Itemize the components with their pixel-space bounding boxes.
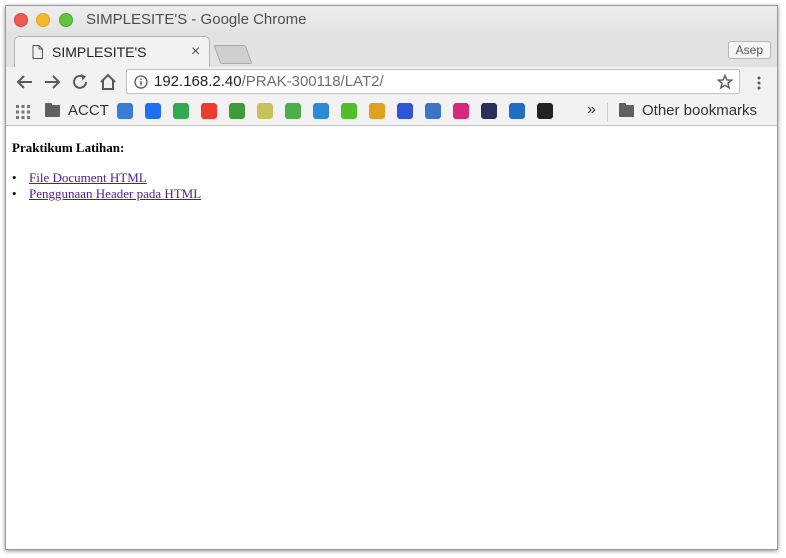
bookmarks-bar: ACCT » Other bookmarks bbox=[6, 99, 777, 126]
page-heading: Praktikum Latihan: bbox=[12, 140, 125, 155]
atlassian-icon[interactable] bbox=[397, 103, 413, 119]
home-icon[interactable] bbox=[97, 71, 119, 93]
title-bar: SIMPLESITE'S - Google Chrome bbox=[6, 6, 777, 35]
bookmarks-divider bbox=[607, 103, 608, 121]
digitalocean-icon[interactable] bbox=[145, 103, 161, 119]
youtube-icon[interactable] bbox=[201, 103, 217, 119]
forward-icon[interactable] bbox=[41, 71, 63, 93]
bookmarks-overflow-chevron[interactable]: » bbox=[587, 101, 596, 119]
star-compass-icon[interactable] bbox=[117, 103, 133, 119]
folder-icon[interactable] bbox=[45, 103, 60, 117]
chrome-dev-icon[interactable] bbox=[173, 103, 189, 119]
reload-icon[interactable] bbox=[69, 71, 91, 93]
url-text: 192.168.2.40/PRAK-300118/LAT2/ bbox=[154, 73, 384, 90]
maximize-window-button[interactable] bbox=[59, 13, 73, 27]
page-icon bbox=[32, 45, 43, 59]
record-icon[interactable] bbox=[537, 103, 553, 119]
link-penggunaan-header[interactable]: Penggunaan Header pada HTML bbox=[29, 186, 201, 201]
bookmark-folder-acct[interactable]: ACCT bbox=[68, 102, 109, 119]
g-icon[interactable] bbox=[257, 103, 273, 119]
tab-simplesite[interactable]: SIMPLESITE'S × bbox=[14, 36, 210, 67]
w3-icon[interactable] bbox=[285, 103, 301, 119]
trello-icon[interactable] bbox=[509, 103, 525, 119]
url-host: 192.168.2.40 bbox=[154, 73, 242, 90]
new-tab-button[interactable] bbox=[213, 45, 253, 64]
instagram-icon[interactable] bbox=[453, 103, 469, 119]
other-bookmarks-folder-icon[interactable] bbox=[619, 103, 634, 117]
tab-close-icon[interactable]: × bbox=[191, 43, 200, 61]
apps-grid-icon[interactable] bbox=[16, 105, 30, 119]
window-title: SIMPLESITE'S - Google Chrome bbox=[86, 11, 307, 28]
page-content: Praktikum Latihan: File Document HTML Pe… bbox=[6, 126, 777, 549]
close-window-button[interactable] bbox=[14, 13, 28, 27]
link-file-document-html[interactable]: File Document HTML bbox=[29, 170, 147, 185]
power-icon[interactable] bbox=[313, 103, 329, 119]
tab-strip: SIMPLESITE'S × Asep bbox=[6, 35, 777, 67]
vectr-icon[interactable] bbox=[229, 103, 245, 119]
other-bookmarks-label[interactable]: Other bookmarks bbox=[642, 102, 757, 119]
box-icon[interactable] bbox=[481, 103, 497, 119]
info-icon[interactable] bbox=[134, 75, 148, 89]
back-icon[interactable] bbox=[14, 71, 36, 93]
list-item: Penggunaan Header pada HTML bbox=[12, 186, 201, 202]
colorful-c-icon[interactable] bbox=[369, 103, 385, 119]
toolbar: 192.168.2.40/PRAK-300118/LAT2/ bbox=[6, 67, 777, 99]
link-list: File Document HTML Penggunaan Header pad… bbox=[12, 170, 201, 201]
list-item: File Document HTML bbox=[12, 170, 201, 186]
url-path: /PRAK-300118/LAT2/ bbox=[241, 73, 384, 90]
minimize-window-button[interactable] bbox=[36, 13, 50, 27]
upwork-icon[interactable] bbox=[341, 103, 357, 119]
tab-title: SIMPLESITE'S bbox=[52, 44, 147, 60]
profile-button[interactable]: Asep bbox=[727, 41, 771, 59]
kemdikbud-icon[interactable] bbox=[425, 103, 441, 119]
bookmark-star-icon[interactable] bbox=[717, 74, 733, 90]
menu-icon[interactable] bbox=[753, 75, 765, 91]
address-bar[interactable]: 192.168.2.40/PRAK-300118/LAT2/ bbox=[126, 69, 740, 94]
browser-window: SIMPLESITE'S - Google Chrome SIMPLESITE'… bbox=[5, 5, 778, 550]
